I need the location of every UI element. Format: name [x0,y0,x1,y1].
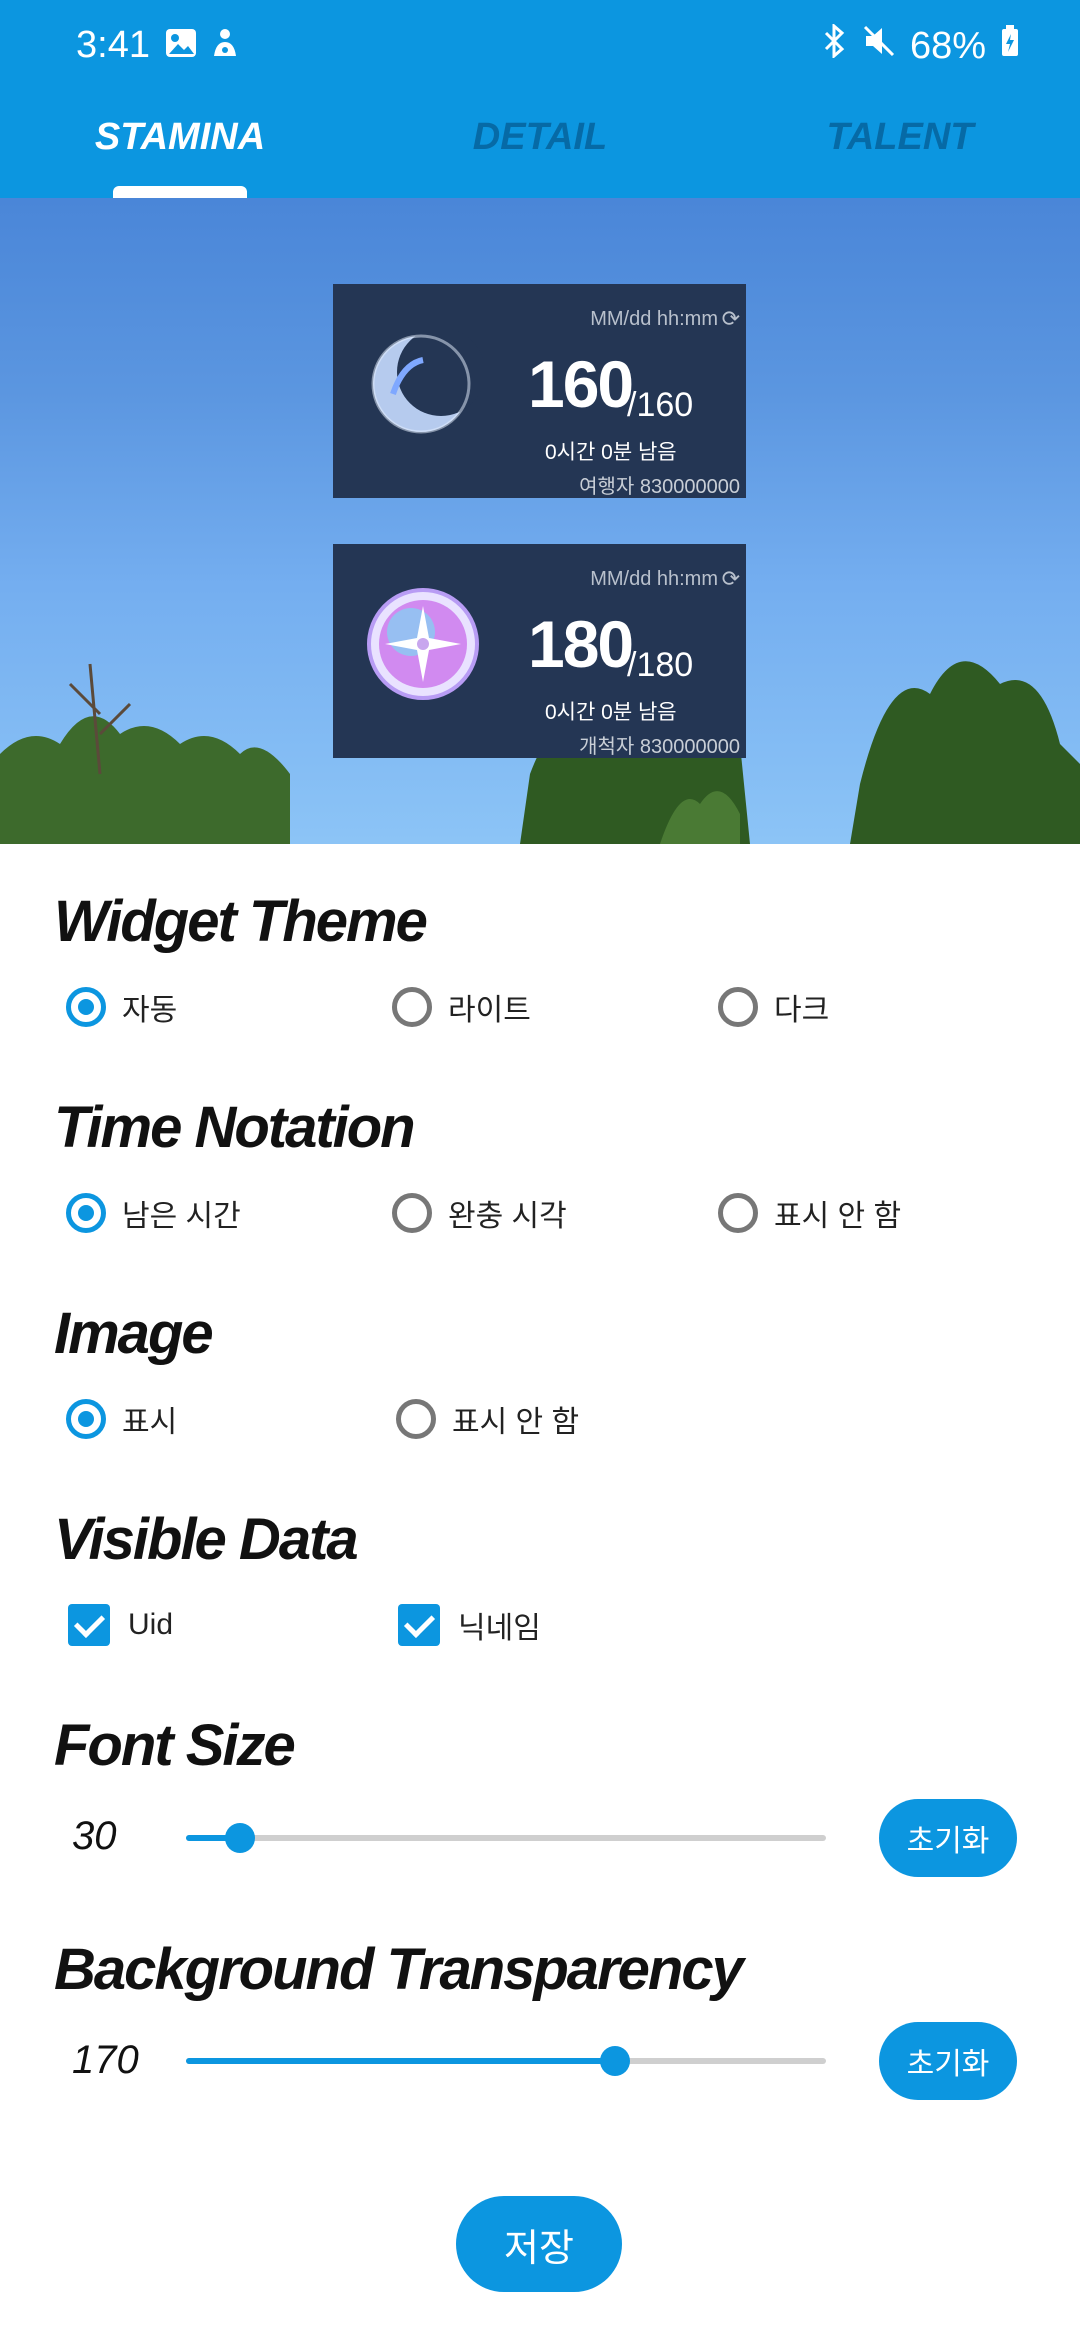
radio-button[interactable] [392,987,432,1027]
remaining-time: 0시간 0분 남음 [545,441,677,464]
notification-app-icon [208,26,248,66]
time-format-label: MM/dd hh:mm [590,568,718,590]
radio-button[interactable] [392,1193,432,1233]
option-label: Uid [128,1608,174,1641]
theme-option-dark[interactable]: 다크 [718,980,829,1034]
font-size-reset-button[interactable]: 초기화 [879,1799,1017,1877]
tab-talent[interactable]: TALENT [720,116,1080,159]
gallery-icon [164,26,204,66]
battery-level: 68% [909,24,986,67]
stamina-max: /160 [627,386,694,424]
compass-orb-icon [363,584,483,704]
bluetooth-icon [820,22,848,68]
time-notation-title: Time Notation [54,1095,416,1160]
bg-transparency-slider[interactable] [186,2046,826,2076]
option-label: 다크 [774,994,830,1027]
app-header: 3:41 68% STAMINA DETAIL TALENT [0,0,1080,198]
tab-bar: STAMINA DETAIL TALENT [0,96,1080,198]
option-label: 표시 안 함 [452,1406,580,1439]
status-time: 3:41 [76,24,150,66]
slider-fill [186,2058,615,2064]
slider-thumb[interactable] [225,1823,256,1853]
option-label: 남은 시간 [122,1200,241,1233]
bg-transparency-reset-button[interactable]: 초기화 [879,2022,1017,2100]
slider-thumb[interactable] [599,2046,630,2076]
option-label: 표시 안 함 [774,1200,902,1233]
user-info: 개척자 830000000 [579,736,740,758]
image-title: Image [54,1301,214,1366]
font-size-value: 30 [72,1814,117,1858]
time-option-remaining[interactable]: 남은 시간 [66,1186,241,1240]
radio-button[interactable] [66,987,106,1027]
radio-button[interactable] [396,1399,436,1439]
time-format-label: MM/dd hh:mm [590,308,718,330]
checkbox[interactable] [398,1604,440,1646]
bg-transparency-value: 170 [72,2038,139,2082]
status-right: 68% [820,22,1020,68]
user-info: 여행자 830000000 [579,476,740,498]
checkbox[interactable] [68,1604,110,1646]
option-label: 자동 [122,994,178,1027]
stamina-value: 160 [528,347,634,421]
radio-button[interactable] [718,1193,758,1233]
image-option-hide[interactable]: 표시 안 함 [396,1392,579,1446]
stamina-value: 180 [528,607,634,681]
bg-transparency-title: Background Transparency [54,1937,744,2002]
option-label: 닉네임 [458,1612,541,1645]
tab-indicator [113,186,247,198]
visible-uid-option[interactable]: Uid [68,1598,173,1652]
font-size-slider[interactable] [186,1823,826,1853]
tab-stamina[interactable]: STAMINA [0,116,360,159]
theme-option-light[interactable]: 라이트 [392,980,531,1034]
stamina-max: /180 [627,646,694,684]
widget-preview: MM/dd hh:mm ⟳ 160 /160 0시간 0분 남음 여행자 830… [0,198,1080,844]
tab-detail[interactable]: DETAIL [360,116,720,159]
image-option-show[interactable]: 표시 [66,1392,177,1446]
remaining-time: 0시간 0분 남음 [545,701,677,724]
battery-icon [1000,24,1020,68]
radio-button[interactable] [718,987,758,1027]
crescent-moon-icon [363,324,485,444]
visible-nickname-option[interactable]: 닉네임 [398,1598,541,1652]
option-label: 라이트 [448,994,531,1027]
time-option-hide[interactable]: 표시 안 함 [718,1186,901,1240]
theme-option-auto[interactable]: 자동 [66,980,177,1034]
radio-button[interactable] [66,1193,106,1233]
sync-icon: ⟳ [721,306,740,331]
mute-icon [862,24,896,68]
font-size-title: Font Size [54,1713,296,1778]
stamina-widget-1[interactable]: MM/dd hh:mm ⟳ 160 /160 0시간 0분 남음 여행자 830… [333,284,746,498]
option-label: 완충 시각 [448,1200,567,1233]
sync-icon: ⟳ [721,566,740,591]
save-button[interactable]: 저장 [456,2196,622,2292]
widget-theme-title: Widget Theme [54,889,428,954]
status-bar: 3:41 68% [0,0,1080,96]
radio-button[interactable] [66,1399,106,1439]
stamina-widget-2[interactable]: MM/dd hh:mm ⟳ 180 /180 0시간 0분 남음 개척자 830… [333,544,746,758]
visible-data-title: Visible Data [54,1507,359,1572]
option-label: 표시 [122,1406,178,1439]
time-option-full-time[interactable]: 완충 시각 [392,1186,567,1240]
